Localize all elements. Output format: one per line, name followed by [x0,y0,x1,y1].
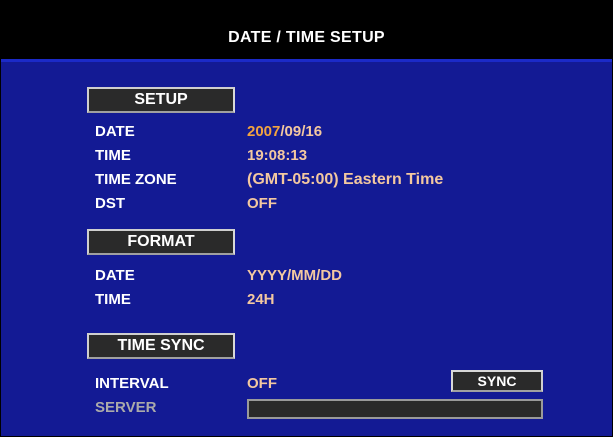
format-section-button[interactable]: FORMAT [87,229,235,255]
format-date-value[interactable]: YYYY/MM/DD [247,267,342,285]
format-time-label: TIME [95,291,131,308]
interval-label: INTERVAL [95,375,169,392]
setup-date-value[interactable]: 2007/09/16 [247,123,322,141]
server-label: SERVER [95,399,157,416]
timesync-section-button[interactable]: TIME SYNC [87,333,235,359]
setup-section-button[interactable]: SETUP [87,87,235,113]
date-month-day: /09/16 [280,123,323,140]
page-title: DATE / TIME SETUP [228,29,385,46]
format-time-value[interactable]: 24H [247,291,275,309]
setup-time-label: TIME [95,147,131,164]
setup-window: DATE / TIME SETUP SETUP DATE 2007/09/16 … [0,0,613,437]
date-year: 2007 [247,123,281,140]
timezone-value[interactable]: (GMT-05:00) Eastern Time [247,171,443,189]
interval-value[interactable]: OFF [247,375,277,393]
title-bar: DATE / TIME SETUP [1,1,612,62]
setup-date-label: DATE [95,123,135,140]
dst-value[interactable]: OFF [247,195,277,213]
timezone-label: TIME ZONE [95,171,177,188]
server-input[interactable] [247,399,543,419]
setup-time-value[interactable]: 19:08:13 [247,147,307,165]
sync-button[interactable]: SYNC [451,370,543,392]
format-date-label: DATE [95,267,135,284]
dst-label: DST [95,195,125,212]
